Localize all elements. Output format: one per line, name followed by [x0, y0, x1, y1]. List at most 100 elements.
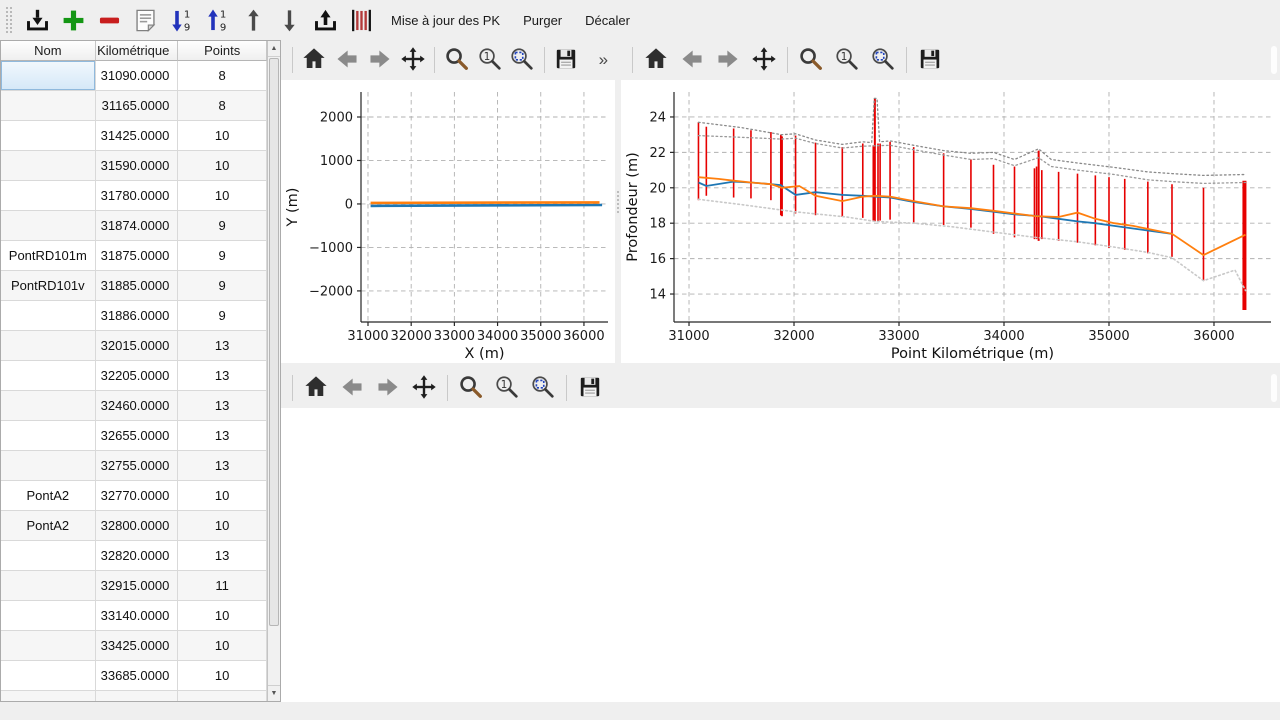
- zoom-extent-button[interactable]: [527, 373, 559, 403]
- cell-pk[interactable]: 31590.0000: [96, 151, 179, 181]
- zoom-rect-button[interactable]: [442, 45, 471, 75]
- cell-pk[interactable]: 32755.0000: [96, 451, 179, 481]
- pan-button[interactable]: [748, 45, 780, 75]
- cell-pk[interactable]: 32820.0000: [96, 541, 179, 571]
- cell-points[interactable]: 13: [178, 391, 267, 421]
- cell-pk[interactable]: 32915.0000: [96, 571, 179, 601]
- cell-pk[interactable]: 33685.0000: [96, 661, 179, 691]
- home-button[interactable]: [300, 373, 332, 403]
- cell-points[interactable]: [178, 691, 267, 701]
- forward-button[interactable]: [372, 373, 404, 403]
- shift-button[interactable]: Décaler: [575, 7, 640, 34]
- cell-points[interactable]: 11: [178, 571, 267, 601]
- cell-points[interactable]: 9: [178, 241, 267, 271]
- cell-points[interactable]: 10: [178, 601, 267, 631]
- cell-pk[interactable]: 32770.0000: [96, 481, 179, 511]
- toolbar-grip[interactable]: [6, 7, 12, 33]
- remove-row-button[interactable]: [93, 4, 126, 36]
- zoom-one-button[interactable]: 1: [475, 45, 504, 75]
- move-up-button[interactable]: [237, 4, 270, 36]
- cell-pk[interactable]: 31885.0000: [96, 271, 179, 301]
- cell-pk[interactable]: 32655.0000: [96, 421, 179, 451]
- cell-points[interactable]: 10: [178, 181, 267, 211]
- cell-nom[interactable]: [1, 181, 96, 211]
- back-button[interactable]: [336, 373, 368, 403]
- cell-nom[interactable]: [1, 391, 96, 421]
- scrollbar-thumb[interactable]: [269, 58, 279, 626]
- cell-nom[interactable]: [1, 451, 96, 481]
- toolbar-overflow-chevron[interactable]: »: [599, 50, 607, 70]
- cell-pk[interactable]: 31780.0000: [96, 181, 179, 211]
- forward-button[interactable]: [712, 45, 744, 75]
- back-button[interactable]: [676, 45, 708, 75]
- back-button[interactable]: [333, 45, 362, 75]
- pan-button[interactable]: [398, 45, 427, 75]
- cell-points[interactable]: 9: [178, 211, 267, 241]
- pane-scrollbar[interactable]: [1271, 374, 1277, 402]
- save-button[interactable]: [574, 373, 606, 403]
- cell-pk[interactable]: 32800.0000: [96, 511, 179, 541]
- update-pk-button[interactable]: Mise à jour des PK: [381, 7, 510, 34]
- cell-points[interactable]: 13: [178, 331, 267, 361]
- cell-nom[interactable]: [1, 571, 96, 601]
- cell-points[interactable]: 8: [178, 91, 267, 121]
- export-button[interactable]: [309, 4, 342, 36]
- cell-nom[interactable]: [1, 661, 96, 691]
- pan-button[interactable]: [408, 373, 440, 403]
- import-button[interactable]: [21, 4, 54, 36]
- cell-nom[interactable]: [1, 631, 96, 661]
- cell-nom[interactable]: PontA2: [1, 511, 96, 541]
- column-header-points[interactable]: Points: [178, 41, 267, 61]
- zoom-extent-button[interactable]: [508, 45, 537, 75]
- cell-pk[interactable]: 32015.0000: [96, 331, 179, 361]
- column-header-point-kilometrique[interactable]: t Kilométrique: [96, 41, 179, 61]
- notes-button[interactable]: [129, 4, 162, 36]
- cell-nom[interactable]: PontA2: [1, 481, 96, 511]
- cell-pk[interactable]: 31874.0000: [96, 211, 179, 241]
- xy-plot-canvas[interactable]: 310003200033000340003500036000−2000−1000…: [281, 80, 615, 363]
- move-down-button[interactable]: [273, 4, 306, 36]
- cell-points[interactable]: 10: [178, 511, 267, 541]
- table-scrollbar[interactable]: ▲ ▼: [267, 41, 280, 701]
- cell-nom[interactable]: [1, 211, 96, 241]
- cell-pk[interactable]: 31425.0000: [96, 121, 179, 151]
- pane-scrollbar[interactable]: [1271, 46, 1277, 74]
- cell-nom[interactable]: [1, 691, 96, 701]
- cell-nom[interactable]: PontRD101v: [1, 271, 96, 301]
- cell-nom[interactable]: [1, 91, 96, 121]
- cell-points[interactable]: 13: [178, 541, 267, 571]
- zoom-rect-button[interactable]: [795, 45, 827, 75]
- sort-ascending-button[interactable]: 19: [201, 4, 234, 36]
- cell-nom[interactable]: [1, 601, 96, 631]
- profiles-button[interactable]: [345, 4, 378, 36]
- cell-points[interactable]: 10: [178, 121, 267, 151]
- cell-points[interactable]: 13: [178, 361, 267, 391]
- cell-pk[interactable]: 32460.0000: [96, 391, 179, 421]
- cell-pk[interactable]: 33140.0000: [96, 601, 179, 631]
- cell-nom[interactable]: [1, 61, 96, 91]
- cell-points[interactable]: 10: [178, 481, 267, 511]
- cell-pk[interactable]: 31165.0000: [96, 91, 179, 121]
- zoom-one-button[interactable]: 1: [831, 45, 863, 75]
- cell-nom[interactable]: [1, 151, 96, 181]
- save-button[interactable]: [914, 45, 946, 75]
- cell-nom[interactable]: [1, 121, 96, 151]
- home-button[interactable]: [300, 45, 329, 75]
- cell-nom[interactable]: [1, 301, 96, 331]
- scroll-up-icon[interactable]: ▲: [268, 41, 280, 57]
- cell-nom[interactable]: [1, 361, 96, 391]
- cell-pk[interactable]: 32205.0000: [96, 361, 179, 391]
- cell-points[interactable]: 9: [178, 271, 267, 301]
- cell-points[interactable]: 10: [178, 151, 267, 181]
- cell-points[interactable]: 13: [178, 451, 267, 481]
- forward-button[interactable]: [366, 45, 395, 75]
- purge-button[interactable]: Purger: [513, 7, 572, 34]
- cell-pk[interactable]: 33425.0000: [96, 631, 179, 661]
- cell-points[interactable]: 13: [178, 421, 267, 451]
- column-header-nom[interactable]: Nom: [1, 41, 96, 61]
- cell-pk[interactable]: 31886.0000: [96, 301, 179, 331]
- zoom-extent-button[interactable]: [867, 45, 899, 75]
- zoom-one-button[interactable]: 1: [491, 373, 523, 403]
- cell-pk[interactable]: [96, 691, 179, 701]
- cell-nom[interactable]: [1, 331, 96, 361]
